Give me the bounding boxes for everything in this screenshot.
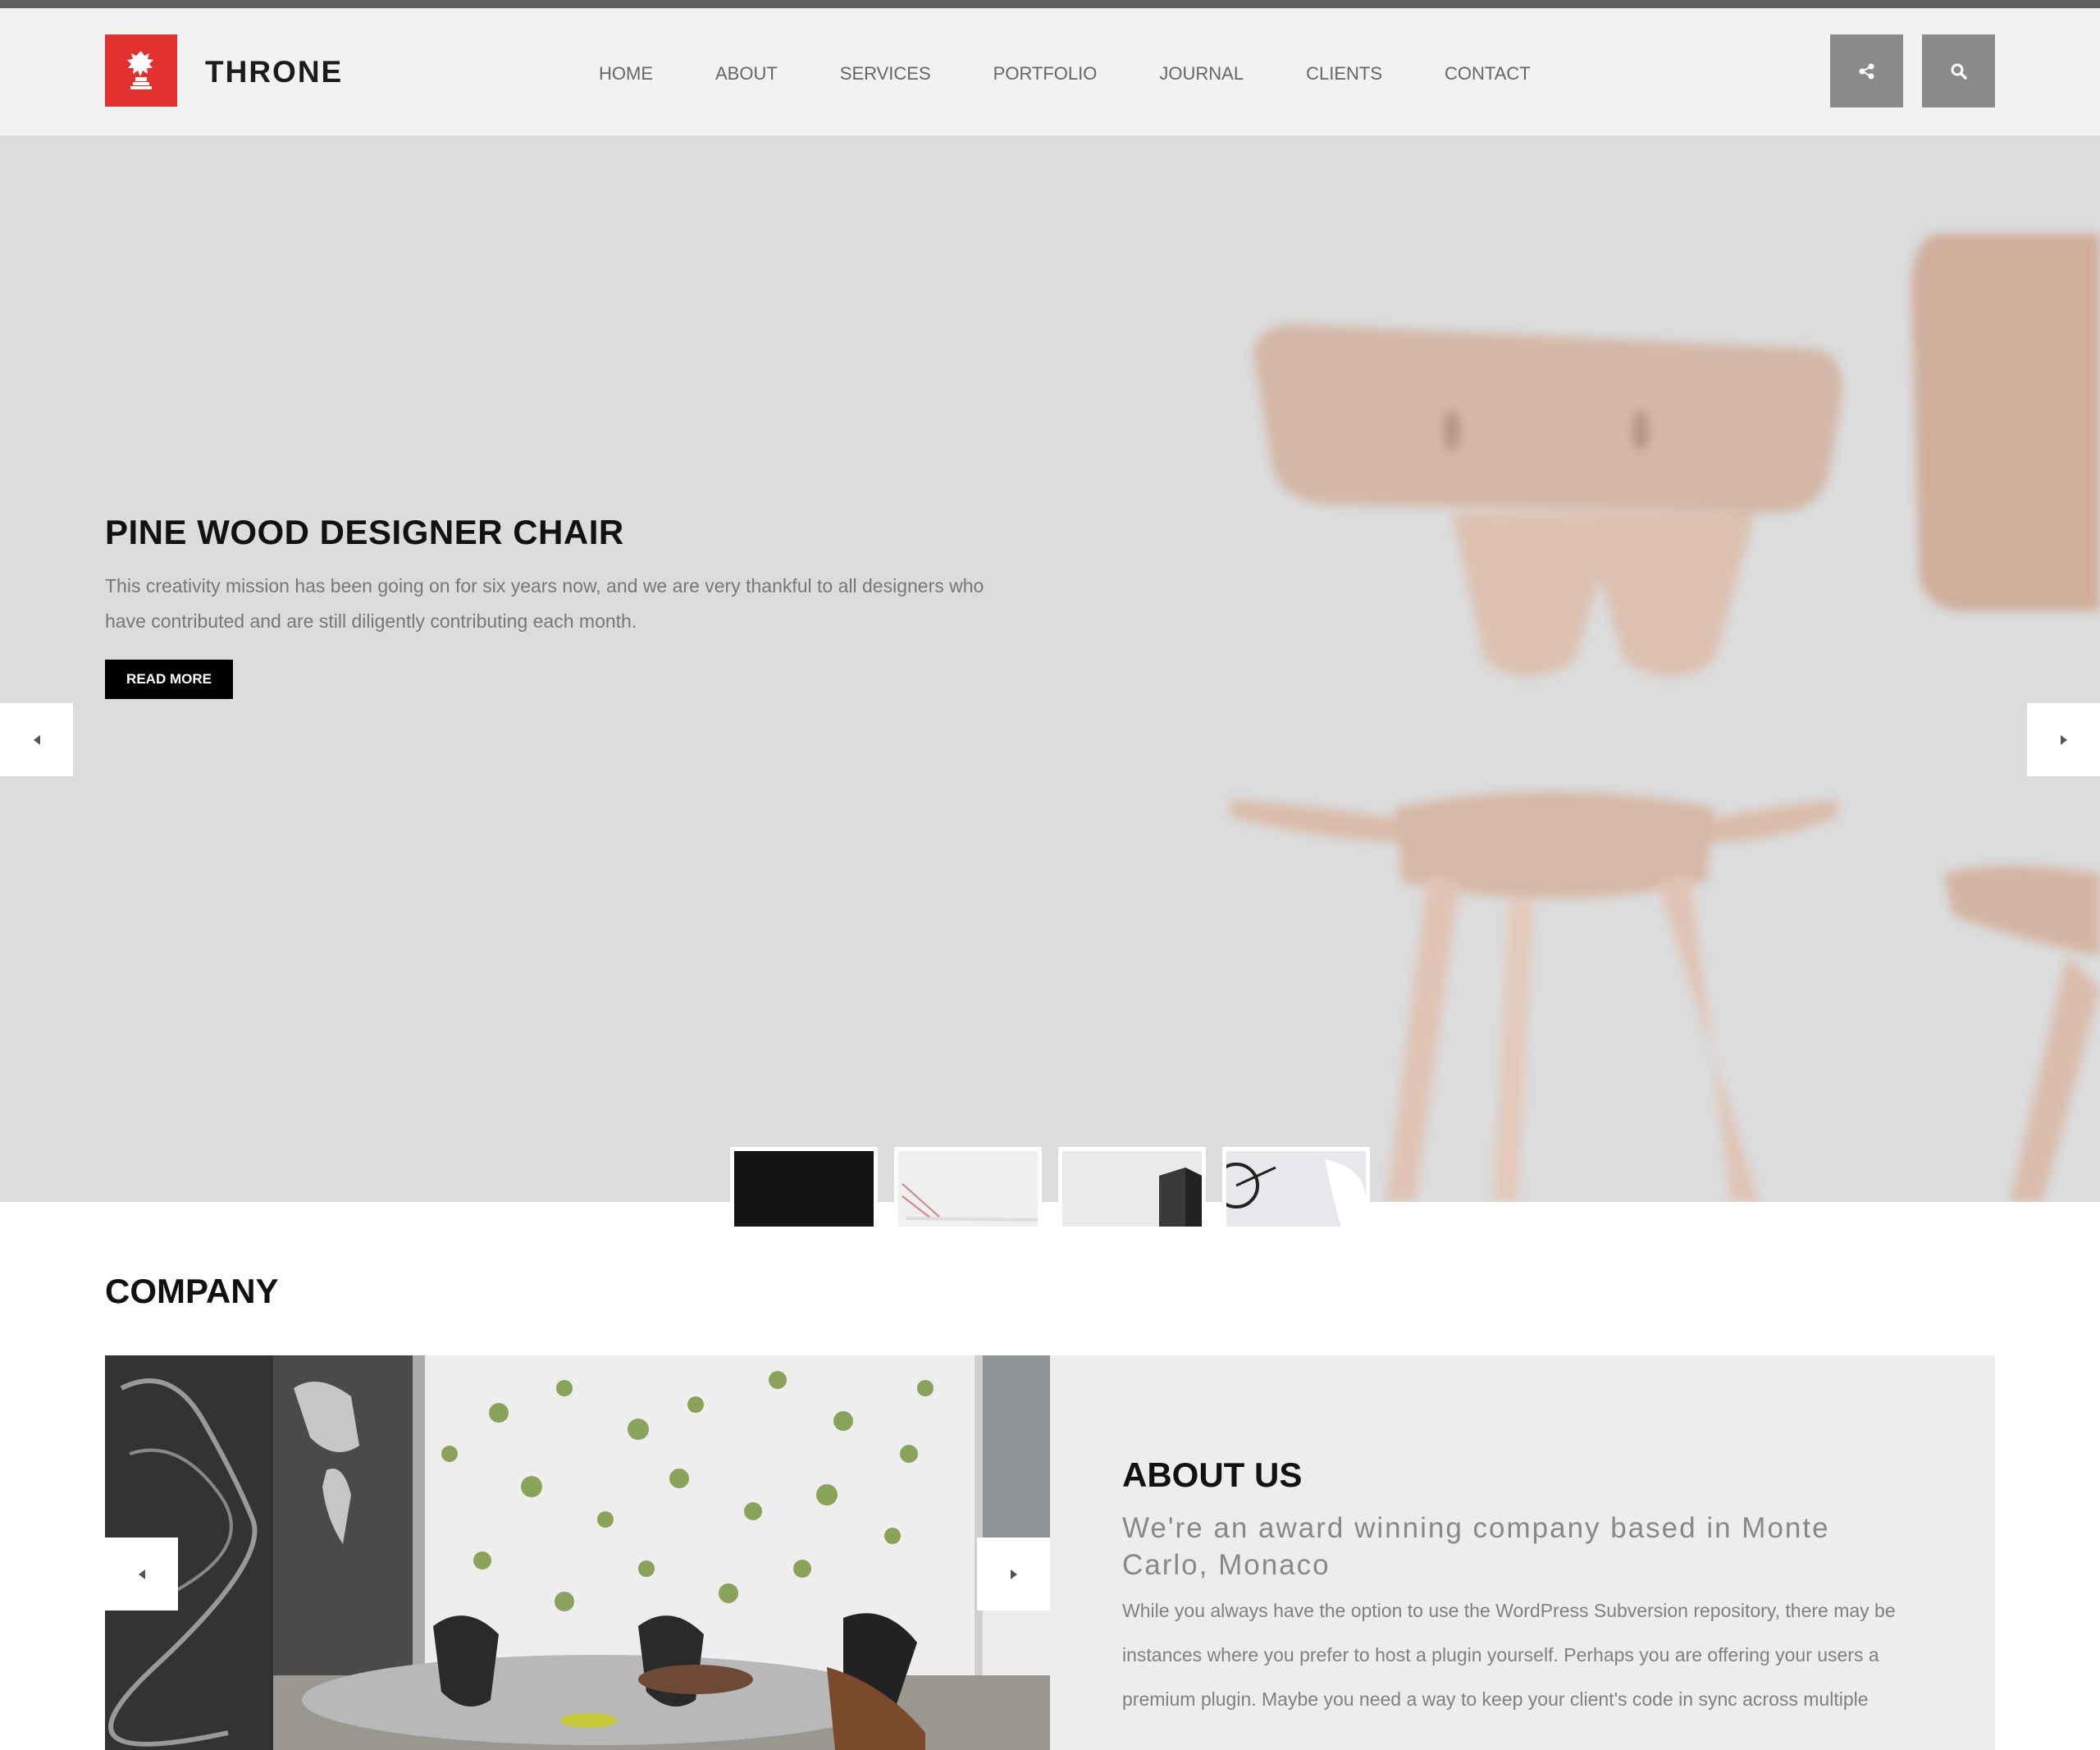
slider-thumbnails bbox=[730, 1147, 1370, 1231]
chair-image bbox=[1230, 234, 2100, 1202]
brand-name[interactable]: THRONE bbox=[205, 56, 343, 89]
about-subtitle: We're an award winning company based in … bbox=[1122, 1512, 1830, 1581]
site-header: THRONE HOME ABOUT SERVICES PORTFOLIO JOU… bbox=[0, 8, 2100, 135]
nav-contact[interactable]: CONTACT bbox=[1445, 64, 1531, 84]
nav-journal[interactable]: JOURNAL bbox=[1159, 64, 1244, 84]
main-nav: HOME ABOUT SERVICES PORTFOLIO JOURNAL CL… bbox=[599, 64, 1531, 84]
hero-next-button[interactable] bbox=[2027, 703, 2100, 776]
lion-crest-icon bbox=[127, 51, 153, 89]
caret-right-icon bbox=[1010, 1569, 1017, 1579]
company-prev-button[interactable] bbox=[105, 1538, 178, 1611]
company-next-button[interactable] bbox=[977, 1538, 1050, 1611]
share-icon bbox=[1859, 63, 1874, 79]
about-panel: ABOUT US We're an award winning company … bbox=[1050, 1355, 1995, 1750]
search-button[interactable] bbox=[1922, 34, 1995, 107]
hero-slider: PINE WOOD DESIGNER CHAIR This creativity… bbox=[0, 135, 2100, 1202]
slide-thumbnail-4[interactable] bbox=[1222, 1147, 1370, 1231]
nav-about[interactable]: ABOUT bbox=[715, 64, 778, 84]
office-photo bbox=[105, 1355, 1050, 1750]
search-icon bbox=[1951, 63, 1967, 80]
nav-portfolio[interactable]: PORTFOLIO bbox=[993, 64, 1098, 84]
caret-left-icon bbox=[33, 734, 40, 745]
about-body-text: While you always have the option to use … bbox=[1122, 1600, 1896, 1710]
hero-title: PINE WOOD DESIGNER CHAIR bbox=[105, 513, 624, 551]
company-heading: COMPANY bbox=[105, 1272, 279, 1310]
hero-prev-button[interactable] bbox=[0, 703, 73, 776]
nav-clients[interactable]: CLIENTS bbox=[1306, 64, 1382, 84]
caret-left-icon bbox=[138, 1569, 145, 1579]
nav-services[interactable]: SERVICES bbox=[840, 64, 931, 84]
top-strip bbox=[0, 0, 2100, 8]
share-button[interactable] bbox=[1830, 34, 1903, 107]
hero-description: This creativity mission has been going o… bbox=[105, 575, 984, 632]
logo[interactable] bbox=[105, 34, 177, 107]
caret-right-icon bbox=[2060, 734, 2067, 745]
slide-thumbnail-2[interactable] bbox=[894, 1147, 1042, 1231]
read-more-button[interactable]: READ MORE bbox=[105, 660, 233, 699]
slide-thumbnail-3[interactable] bbox=[1058, 1147, 1206, 1231]
nav-home[interactable]: HOME bbox=[599, 64, 653, 84]
about-heading: ABOUT US bbox=[1122, 1455, 1303, 1494]
slide-thumbnail-1[interactable] bbox=[730, 1147, 878, 1231]
